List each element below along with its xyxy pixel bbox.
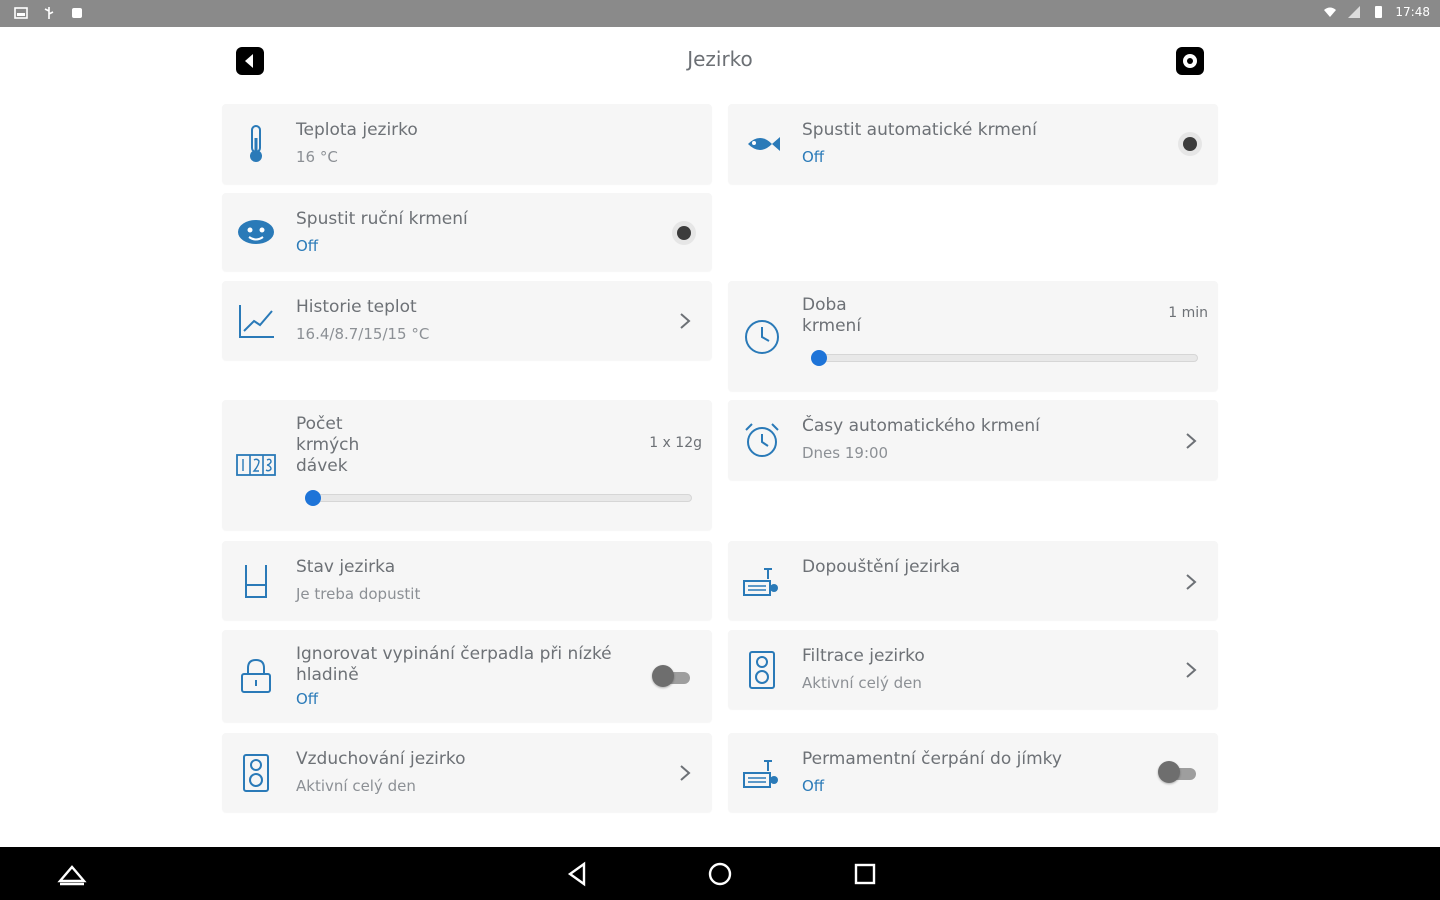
card-dopousteni[interactable]: Dopouštění jezirka [728, 541, 1218, 620]
auto-krmeni-radio[interactable] [1178, 132, 1202, 156]
chevron-right-icon[interactable] [678, 763, 692, 783]
slider-knob[interactable] [305, 490, 321, 506]
alarm-icon [745, 423, 779, 457]
card-value: 16 °C [296, 148, 338, 166]
water-level-icon [245, 565, 267, 598]
card-rucni-krmeni[interactable]: Spustit ruční krmení Off [222, 193, 712, 271]
card-doba-krmeni: Doba krmení 1 min [728, 281, 1218, 391]
ignorovat-toggle[interactable] [652, 665, 692, 689]
chevron-right-icon[interactable] [1184, 431, 1198, 451]
status-time: 17:48 [1395, 5, 1430, 19]
card-value: Off [802, 777, 825, 795]
card-value: Je treba dopustit [296, 585, 421, 603]
wifi-icon [1324, 7, 1337, 17]
card-title: Spustit automatické krmení [802, 120, 1037, 140]
app-notification-icon [72, 8, 82, 18]
gear-icon[interactable] [1174, 45, 1206, 77]
toggle-thumb[interactable] [1158, 761, 1180, 783]
card-value: Aktivní celý den [802, 674, 922, 692]
card-ignorovat[interactable]: Ignorovat vypinání čerpadla při nízké hl… [222, 630, 712, 722]
lock-icon [241, 658, 271, 693]
card-casy-krmeni[interactable]: Časy automatického krmení Dnes 19:00 [728, 400, 1218, 480]
slider-knob[interactable] [811, 350, 827, 366]
tap-icon [743, 760, 778, 788]
recents-nav-icon[interactable] [850, 859, 880, 889]
slider-rail [305, 494, 692, 502]
tap-icon [743, 568, 778, 596]
usb-notification-icon [44, 7, 54, 19]
card-title: Časy automatického krmení [802, 416, 1040, 436]
card-title: Ignorovat vypinání čerpadla při nízké hl… [296, 644, 612, 685]
card-value: Off [296, 237, 319, 255]
navigation-bar [0, 847, 1440, 900]
chevron-right-icon[interactable] [1184, 660, 1198, 680]
card-filtrace[interactable]: Filtrace jezirko Aktivní celý den [728, 630, 1218, 709]
gallery-notification-icon [14, 7, 28, 19]
chevron-right-icon[interactable] [1184, 572, 1198, 592]
card-title: Teplota jezirko [296, 120, 418, 140]
card-title: Stav jezirka [296, 557, 396, 577]
thermometer-icon [250, 125, 262, 162]
card-pocet-davek: Počet krmých dávek 1 x 12g [222, 400, 712, 530]
card-value: 1 x 12g [649, 435, 702, 451]
card-cerpani[interactable]: Permamentní čerpání do jímky Off [728, 733, 1218, 812]
page-title: Jezirko [687, 47, 753, 71]
fish-icon [748, 137, 780, 151]
card-value: Off [296, 690, 319, 708]
home-nav-icon[interactable] [705, 859, 735, 889]
card-title: Vzduchování jezirko [296, 749, 466, 769]
card-title: Permamentní čerpání do jímky [802, 749, 1062, 769]
card-value: Off [802, 148, 825, 166]
card-value: Aktivní celý den [296, 777, 416, 795]
feeder-icon [238, 220, 274, 244]
card-value: 1 min [1168, 305, 1208, 321]
home-up-icon[interactable] [57, 859, 87, 889]
back-nav-icon[interactable] [562, 859, 592, 889]
card-title: Historie teplot [296, 297, 417, 317]
card-title: Dopouštění jezirka [802, 557, 961, 577]
slider-rail [811, 354, 1198, 362]
signal-icon [1348, 6, 1361, 18]
card-stav-jezirka: Stav jezirka Je treba dopustit [222, 541, 712, 620]
rucni-krmeni-radio[interactable] [672, 221, 696, 245]
app-bar: Jezirko [0, 27, 1440, 95]
card-title: Spustit ruční krmení [296, 209, 468, 229]
card-title: Doba krmení [802, 295, 862, 336]
card-historie[interactable]: Historie teplot 16.4/8.7/15/15 °C [222, 281, 712, 360]
chart-icon [239, 305, 274, 338]
card-value: Dnes 19:00 [802, 444, 889, 462]
speaker-icon [749, 651, 775, 689]
card-value: 16.4/8.7/15/15 °C [296, 325, 430, 343]
clock-icon [745, 320, 779, 354]
cerpani-toggle[interactable] [1158, 761, 1198, 785]
pocet-davek-slider[interactable] [305, 490, 692, 506]
speaker-icon [243, 754, 269, 792]
battery-icon [1375, 6, 1383, 18]
card-auto-krmeni[interactable]: Spustit automatické krmení Off [728, 104, 1218, 184]
card-title: Počet krmých dávek [296, 414, 360, 476]
card-title: Filtrace jezirko [802, 646, 925, 666]
counter-icon [236, 454, 276, 476]
card-vzduchovani[interactable]: Vzduchování jezirko Aktivní celý den [222, 733, 712, 812]
doba-krmeni-slider[interactable] [811, 350, 1198, 366]
chevron-right-icon[interactable] [678, 311, 692, 331]
card-teplota: Teplota jezirko 16 °C [222, 104, 712, 184]
status-bar: 17:48 [0, 0, 1440, 27]
toggle-thumb[interactable] [652, 665, 674, 687]
